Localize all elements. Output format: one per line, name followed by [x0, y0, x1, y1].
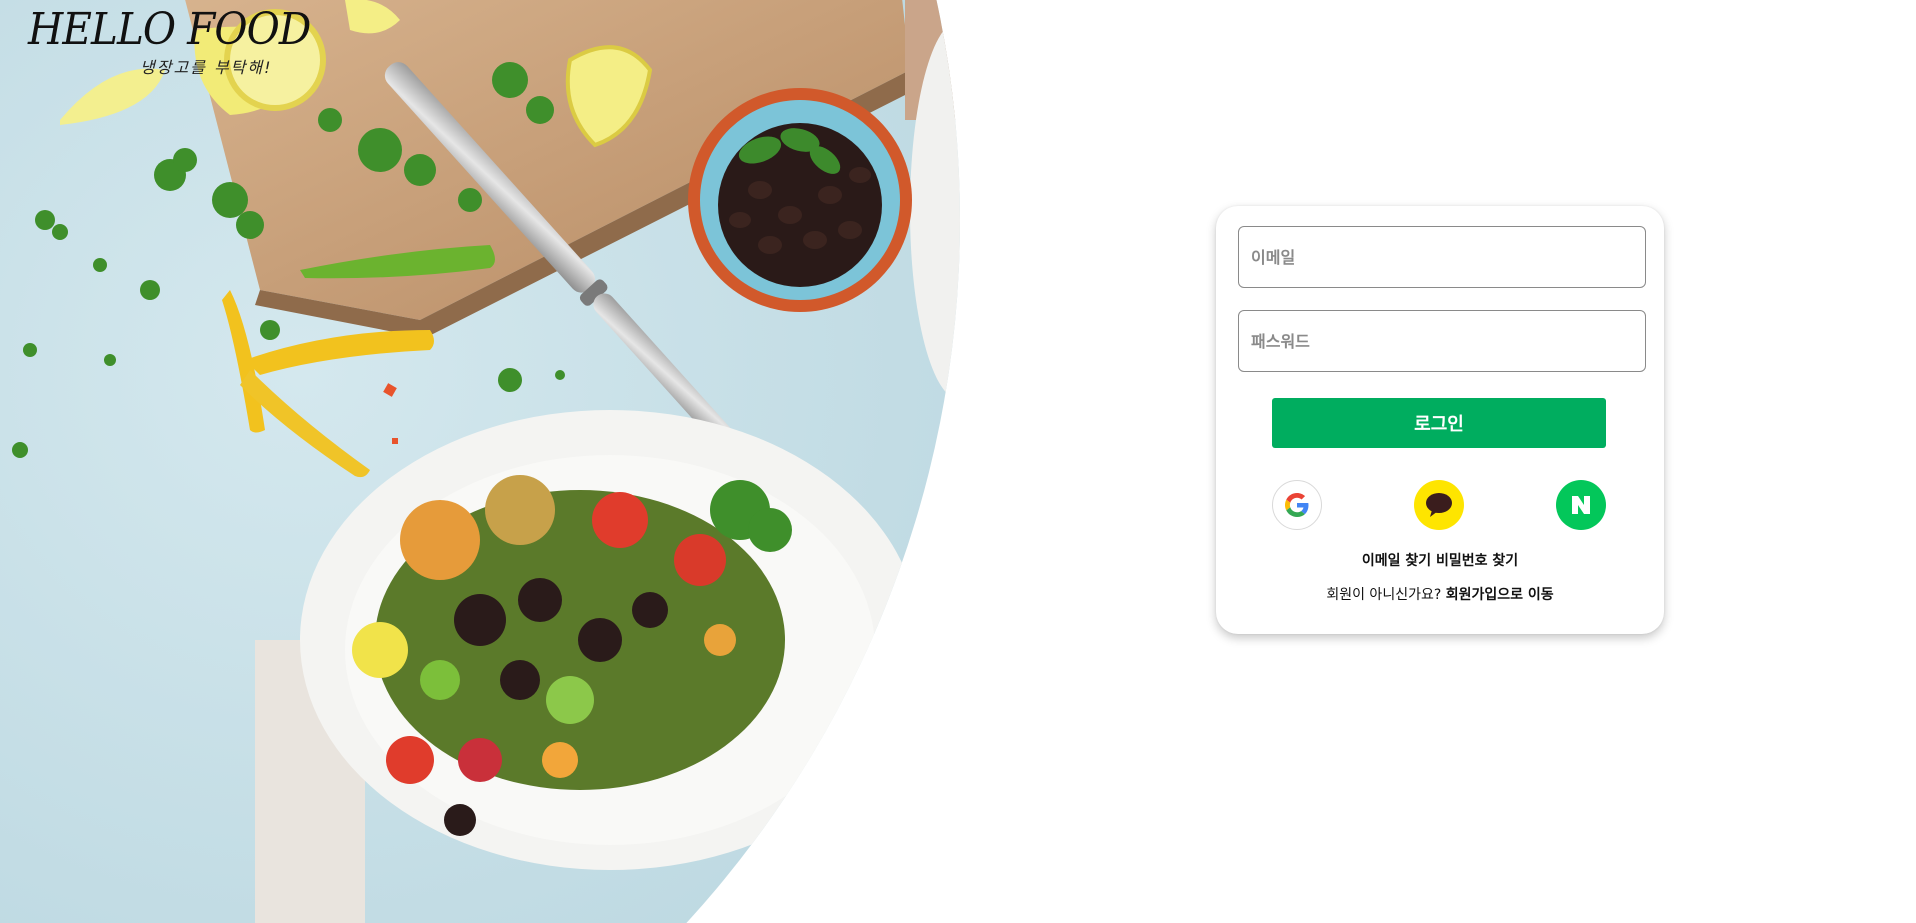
- signup-link[interactable]: 회원가입으로 이동: [1446, 587, 1554, 603]
- find-account-links: 이메일 찾기 비밀번호 찾기: [1216, 550, 1664, 570]
- login-page: HELLO FOOD 냉장고를 부탁해! 로그인: [0, 0, 1916, 923]
- naver-login-button[interactable]: [1556, 480, 1606, 530]
- google-login-button[interactable]: [1272, 480, 1322, 530]
- email-field[interactable]: [1238, 226, 1646, 288]
- login-button[interactable]: 로그인: [1272, 398, 1606, 448]
- kakao-login-button[interactable]: [1414, 480, 1464, 530]
- login-card: 로그인 이메일 찾기 비밀번호 찾기 회원이 아니신가요?: [1216, 206, 1664, 634]
- password-field[interactable]: [1238, 310, 1646, 372]
- google-icon: [1285, 493, 1309, 517]
- find-email-link[interactable]: 이메일 찾기: [1362, 553, 1431, 569]
- logo-title: HELLO FOOD: [28, 4, 311, 55]
- find-password-link[interactable]: 비밀번호 찾기: [1436, 553, 1518, 569]
- hero-food-image: [0, 0, 1000, 923]
- logo[interactable]: HELLO FOOD 냉장고를 부탁해!: [28, 8, 335, 78]
- logo-subtitle: 냉장고를 부탁해!: [140, 58, 273, 77]
- signup-prompt: 회원이 아니신가요?: [1326, 587, 1442, 603]
- kakao-talk-icon: [1426, 493, 1452, 517]
- signup-row: 회원이 아니신가요? 회원가입으로 이동: [1216, 584, 1664, 604]
- naver-icon: [1572, 496, 1590, 514]
